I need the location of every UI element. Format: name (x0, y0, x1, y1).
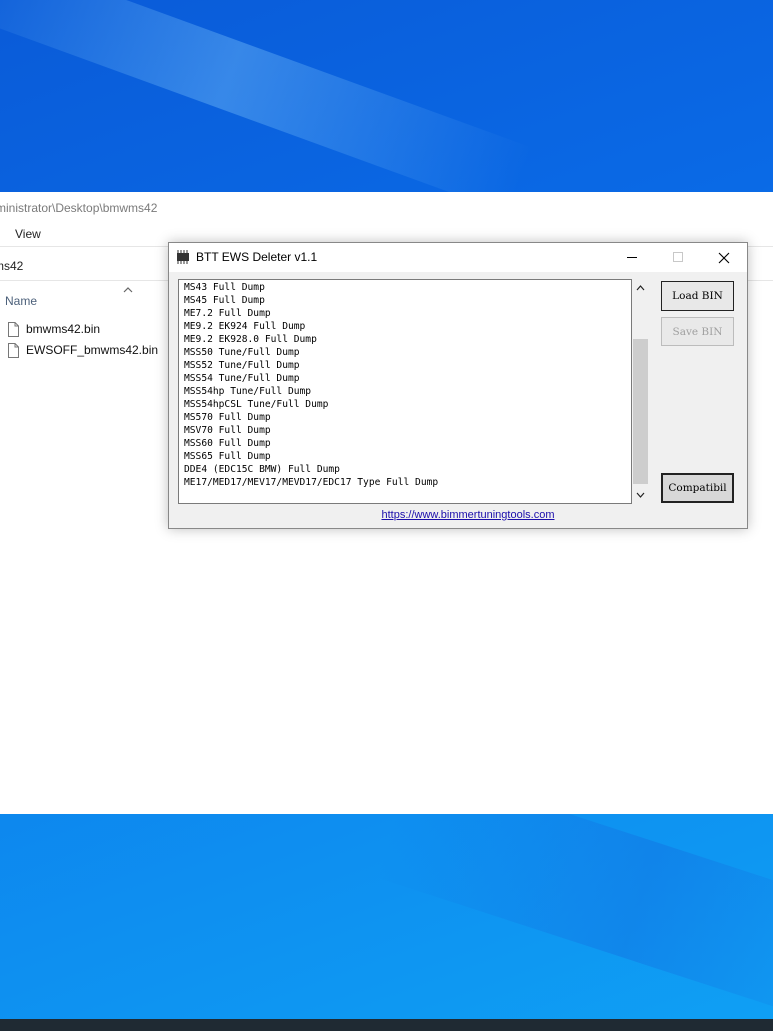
desktop-background: ministrator\Desktop\bmwms42 View ms42 Na… (0, 0, 773, 1031)
dialog-title: BTT EWS Deleter v1.1 (196, 250, 318, 264)
scroll-thumb[interactable] (633, 339, 648, 484)
list-items-container: MS43 Full Dump MS45 Full Dump ME7.2 Full… (184, 281, 438, 489)
chevron-up-icon (636, 284, 645, 290)
compatibility-button[interactable]: Compatibil (661, 473, 734, 503)
maximize-button[interactable] (655, 243, 701, 272)
file-icon (8, 342, 19, 358)
list-scrollbar[interactable] (632, 279, 649, 504)
list-item[interactable]: MSS65 Full Dump (184, 450, 438, 463)
sort-ascending-icon[interactable] (122, 285, 134, 295)
list-item[interactable]: ME7.2 Full Dump (184, 307, 438, 320)
list-item[interactable]: ME9.2 EK928.0 Full Dump (184, 333, 438, 346)
list-item[interactable]: MSS60 Full Dump (184, 437, 438, 450)
list-item[interactable]: MSV70 Full Dump (184, 424, 438, 437)
list-item[interactable]: MSS54 Tune/Full Dump (184, 372, 438, 385)
list-item[interactable]: ME17/MED17/MEV17/MEVD17/EDC17 Type Full … (184, 476, 438, 489)
file-name: bmwms42.bin (26, 322, 101, 336)
explorer-window-title: ministrator\Desktop\bmwms42 (0, 201, 158, 215)
list-item[interactable]: MSS50 Tune/Full Dump (184, 346, 438, 359)
chip-icon (177, 250, 189, 264)
list-item[interactable]: MS43 Full Dump (184, 281, 438, 294)
website-link[interactable]: https://www.bimmertuningtools.com (169, 509, 767, 521)
list-item[interactable]: MS45 Full Dump (184, 294, 438, 307)
close-button[interactable] (701, 243, 747, 272)
taskbar (0, 1019, 773, 1031)
file-item[interactable]: EWSOFF_bmwms42.bin (8, 340, 158, 360)
file-name: EWSOFF_bmwms42.bin (26, 343, 159, 357)
save-bin-button[interactable]: Save BIN (661, 317, 734, 346)
chevron-down-icon (636, 492, 645, 498)
list-item[interactable]: MS570 Full Dump (184, 411, 438, 424)
btt-ews-deleter-dialog: BTT EWS Deleter v1.1 MS43 Full Dump MS45… (168, 242, 748, 529)
minimize-icon (626, 257, 637, 258)
list-item[interactable]: MSS54hp Tune/Full Dump (184, 385, 438, 398)
list-item[interactable]: DDE4 (EDC15C BMW) Full Dump (184, 463, 438, 476)
file-item[interactable]: bmwms42.bin (8, 319, 100, 339)
scroll-down-button[interactable] (632, 486, 649, 503)
scroll-up-button[interactable] (632, 279, 649, 296)
maximize-icon (672, 252, 683, 262)
column-header-name[interactable]: Name (5, 294, 37, 308)
close-icon (718, 252, 730, 263)
minimize-button[interactable] (609, 243, 655, 272)
list-item[interactable]: ME9.2 EK924 Full Dump (184, 320, 438, 333)
wallpaper-light-beam (0, 0, 534, 214)
list-item[interactable]: MSS52 Tune/Full Dump (184, 359, 438, 372)
load-bin-button[interactable]: Load BIN (661, 281, 734, 311)
list-item[interactable]: MSS54hpCSL Tune/Full Dump (184, 398, 438, 411)
file-icon (8, 321, 19, 337)
supported-ecu-list[interactable]: MS43 Full Dump MS45 Full Dump ME7.2 Full… (178, 279, 632, 504)
ribbon-tab-view[interactable]: View (15, 227, 41, 241)
address-bar-text[interactable]: ms42 (0, 259, 23, 273)
